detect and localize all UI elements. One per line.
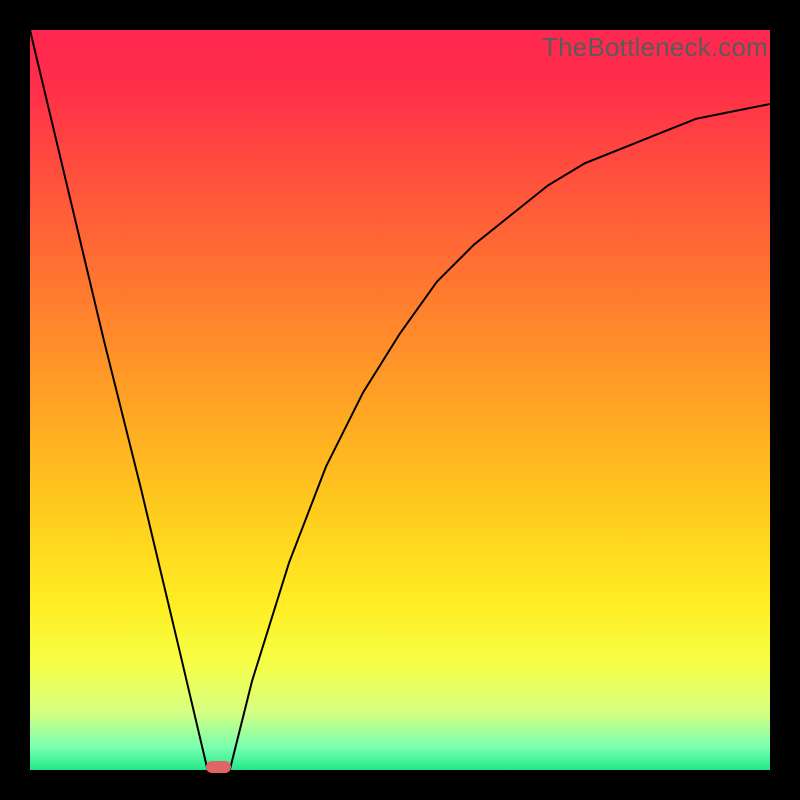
bottleneck-curve <box>30 30 770 770</box>
chart-frame: TheBottleneck.com <box>0 0 800 800</box>
plot-area: TheBottleneck.com <box>30 30 770 770</box>
bottleneck-marker <box>206 761 231 773</box>
attribution-text: TheBottleneck.com <box>542 32 768 63</box>
